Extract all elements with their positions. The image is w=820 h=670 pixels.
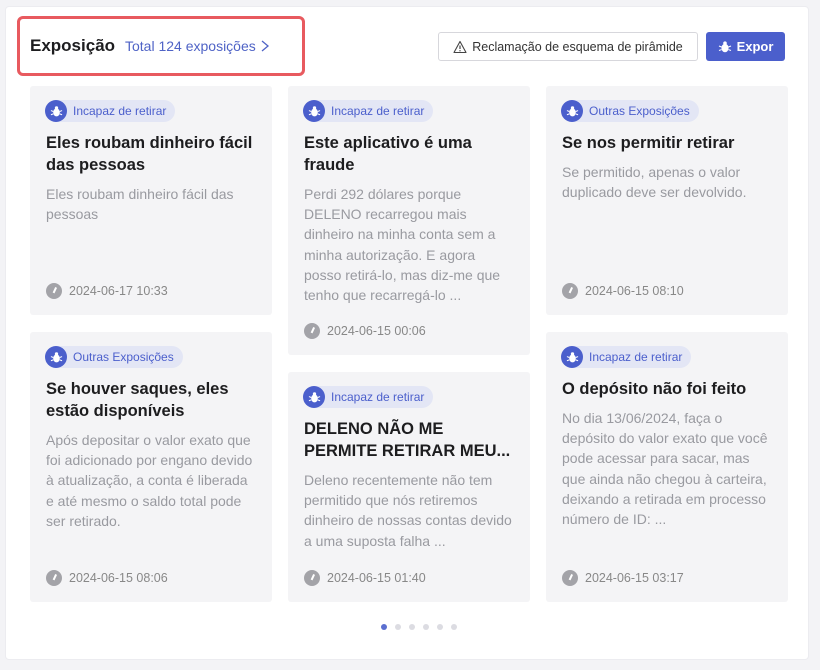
card-excerpt: Eles roubam dinheiro fácil das pessoas — [46, 186, 234, 223]
pagination-dot[interactable] — [395, 624, 401, 630]
bug-icon — [45, 100, 67, 122]
bug-icon — [45, 346, 67, 368]
card-date-text: 2024-06-17 10:33 — [69, 284, 168, 298]
bug-icon — [561, 346, 583, 368]
card-timestamp: 2024-06-15 08:10 — [562, 283, 684, 299]
card-excerpt: Deleno recentemente não tem permitido qu… — [304, 472, 512, 549]
card-timestamp: 2024-06-15 01:40 — [304, 570, 426, 586]
clock-icon — [304, 570, 320, 586]
category-label: Incapaz de retirar — [569, 346, 692, 368]
expor-label: Expor — [736, 39, 774, 54]
pyramid-scheme-complaint-button[interactable]: Reclamação de esquema de pirâmide — [438, 32, 698, 61]
category-badge: Outras Exposições — [561, 100, 699, 122]
carousel-pagination — [381, 624, 457, 630]
card-date-text: 2024-06-15 03:17 — [585, 571, 684, 585]
clock-icon — [304, 323, 320, 339]
clock-icon — [46, 570, 62, 586]
card-timestamp: 2024-06-17 10:33 — [46, 283, 168, 299]
card-title: Se nos permitir retirar — [562, 134, 735, 152]
chevron-right-icon — [261, 40, 269, 52]
card-excerpt: Se permitido, apenas o valor duplicado d… — [562, 164, 747, 201]
card-date-text: 2024-06-15 01:40 — [327, 571, 426, 585]
clock-icon — [46, 283, 62, 299]
section-title: Exposição — [30, 36, 116, 55]
total-exposures-label: Total 124 exposições — [125, 38, 256, 54]
exposure-card[interactable]: Incapaz de retirar Eles roubam dinheiro … — [30, 86, 272, 315]
card-title: O depósito não foi feito — [562, 380, 747, 398]
bug-icon — [303, 386, 325, 408]
exposure-card[interactable]: Outras Exposições Se nos permitir retira… — [546, 86, 788, 315]
pagination-dot[interactable] — [451, 624, 457, 630]
card-date-text: 2024-06-15 08:06 — [69, 571, 168, 585]
exposure-card[interactable]: Incapaz de retirar DELENO NÃO ME PERMITE… — [288, 372, 530, 602]
pyramid-scheme-complaint-label: Reclamação de esquema de pirâmide — [472, 39, 683, 54]
card-timestamp: 2024-06-15 03:17 — [562, 570, 684, 586]
card-excerpt: Perdi 292 dólares porque DELENO recarreg… — [304, 186, 501, 304]
card-title: Se houver saques, eles estão disponíveis — [46, 380, 229, 420]
category-badge: Incapaz de retirar — [561, 346, 692, 368]
card-timestamp: 2024-06-15 00:06 — [304, 323, 426, 339]
card-excerpt: No dia 13/06/2024, faça o depósito do va… — [562, 410, 768, 528]
clock-icon — [562, 570, 578, 586]
category-label: Incapaz de retirar — [53, 100, 176, 122]
exposure-card[interactable]: Outras Exposições Se houver saques, eles… — [30, 332, 272, 602]
category-label: Outras Exposições — [569, 100, 699, 122]
exposure-card[interactable]: Incapaz de retirar Este aplicativo é uma… — [288, 86, 530, 355]
pagination-dot[interactable] — [409, 624, 415, 630]
card-title: Eles roubam dinheiro fácil das pessoas — [46, 134, 253, 174]
card-title: Este aplicativo é uma fraude — [304, 134, 472, 174]
clock-icon — [562, 283, 578, 299]
pagination-dot[interactable] — [423, 624, 429, 630]
category-badge: Incapaz de retirar — [303, 386, 434, 408]
bug-icon — [561, 100, 583, 122]
category-label: Incapaz de retirar — [311, 100, 434, 122]
card-timestamp: 2024-06-15 08:06 — [46, 570, 168, 586]
warning-icon — [453, 40, 467, 53]
card-date-text: 2024-06-15 00:06 — [327, 324, 426, 338]
category-label: Incapaz de retirar — [311, 386, 434, 408]
bug-icon — [303, 100, 325, 122]
expor-button[interactable]: Expor — [706, 32, 785, 61]
bug-icon — [718, 40, 731, 52]
category-badge: Incapaz de retirar — [45, 100, 176, 122]
category-label: Outras Exposições — [53, 346, 183, 368]
total-exposures-link[interactable]: Total 124 exposições — [125, 38, 270, 54]
card-date-text: 2024-06-15 08:10 — [585, 284, 684, 298]
category-badge: Incapaz de retirar — [303, 100, 434, 122]
pagination-dot[interactable] — [437, 624, 443, 630]
exposure-card[interactable]: Incapaz de retirar O depósito não foi fe… — [546, 332, 788, 602]
pagination-dot-active[interactable] — [381, 624, 387, 630]
category-badge: Outras Exposições — [45, 346, 183, 368]
card-title: DELENO NÃO ME PERMITE RETIRAR MEU... — [304, 420, 511, 460]
card-excerpt: Após depositar o valor exato que foi adi… — [46, 432, 253, 529]
